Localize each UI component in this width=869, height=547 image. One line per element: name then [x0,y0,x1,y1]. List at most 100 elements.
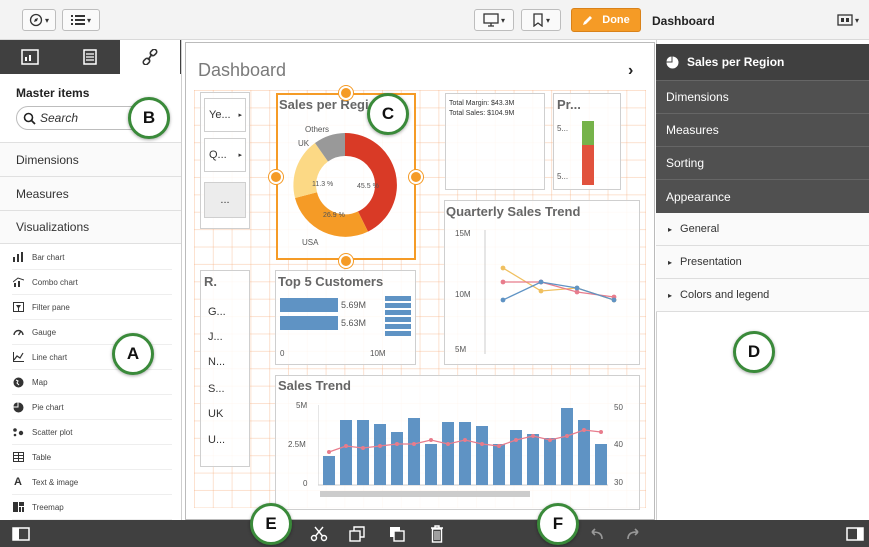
region-item[interactable]: G... [208,306,226,318]
viz-item-combo-chart[interactable]: Combo chart [12,270,172,295]
tab-charts[interactable] [60,40,120,74]
viz-item-table[interactable]: Table [12,445,172,470]
sheets-icon [837,14,853,26]
canvas-title: Dashboard [198,60,287,80]
prop-sub-label: Presentation [680,256,742,268]
table-icon [12,451,24,463]
sales-trend-right-tick: 50 [614,403,623,412]
pie-label-uk: UK [298,139,310,148]
filter-label: ... [220,194,230,206]
link-icon [142,49,158,65]
region-item[interactable]: J... [208,331,223,343]
region-item[interactable]: U... [208,434,225,446]
region-item[interactable]: UK [208,408,223,420]
delete-icon[interactable] [430,525,444,546]
prop-section-sorting[interactable]: Sorting [656,146,869,179]
pie-label-usa: USA [302,238,319,247]
viz-item-map[interactable]: Map [12,370,172,395]
sales-trend-left-tick: 0 [303,479,308,488]
top5-axis-tick: 10M [370,349,386,358]
region-item[interactable]: S... [208,383,225,395]
top5-minimap [385,296,411,338]
paste-icon[interactable] [388,525,406,546]
compass-icon [29,13,43,27]
pie-chart-icon [12,401,24,413]
kpi-sales: Total Sales: $104.9M [449,110,515,117]
toggle-right-panel-icon[interactable] [846,527,864,544]
pencil-icon [583,16,593,25]
top-toolbar: ▾ ▾ ▾ ▾ Done Dashboard ▾ [0,0,869,40]
quarterly-trend-lines [484,230,617,354]
prop-sub-colors-legend[interactable]: ▸ Colors and legend [656,279,869,312]
list-button[interactable]: ▾ [62,9,100,31]
viz-label: Line chart [32,352,68,362]
prop-section-measures[interactable]: Measures [656,113,869,146]
viz-item-filter-pane[interactable]: Filter pane [12,295,172,320]
charts-icon [83,49,97,65]
viz-label: Treemap [32,502,64,512]
section-dimensions[interactable]: Dimensions [0,142,181,176]
bar-chart-icon [12,251,24,263]
filter-label: Ye... [209,109,231,121]
gauge-title: Pr... [557,97,581,112]
scatter-plot-icon [12,426,24,438]
top5-bar [280,298,338,312]
prop-sub-general[interactable]: ▸ General [656,213,869,246]
search-icon [23,112,36,125]
pie-label-other-pct: 26.9 % [323,212,345,219]
viz-item-treemap[interactable]: Treemap [12,495,172,520]
chevron-right-icon[interactable]: › [628,62,633,80]
resize-handle-left[interactable] [269,170,283,184]
section-visualizations[interactable]: Visualizations [0,210,181,244]
fields-icon [21,49,39,65]
viz-item-pie-chart[interactable]: Pie chart [12,395,172,420]
filter-year[interactable]: Ye... ▸ [204,98,246,132]
viz-item-bar-chart[interactable]: Bar chart [12,245,172,270]
prop-sub-label: Colors and legend [680,289,770,301]
prop-section-label: Sorting [666,156,705,170]
list-icon [70,15,85,25]
treemap-icon [12,501,24,513]
prop-section-appearance[interactable]: Appearance [656,179,869,213]
done-label: Done [602,14,630,26]
top5-value: 5.63M [341,318,367,328]
prop-section-dimensions[interactable]: Dimensions [656,80,869,113]
callout-b: B [128,97,170,139]
kpi-object[interactable] [445,93,545,190]
done-button[interactable]: Done [571,8,641,32]
redo-icon[interactable] [626,527,642,544]
presentation-icon [483,13,499,27]
cut-icon[interactable] [310,526,328,545]
resize-handle-right[interactable] [409,170,423,184]
undo-icon[interactable] [588,527,604,544]
filter-pane-icon [12,301,24,313]
caret-right-icon: ▸ [668,290,673,300]
sheets-button[interactable]: ▾ [832,9,864,31]
tab-master-items[interactable] [120,40,180,74]
region-item[interactable]: N... [208,356,225,368]
present-button[interactable]: ▾ [474,9,514,31]
gauge-fill-green [582,121,594,145]
prop-sub-presentation[interactable]: ▸ Presentation [656,246,869,279]
quarterly-tick: 5M [455,345,467,354]
map-icon [12,376,24,388]
assets-tabs [0,40,181,74]
resize-handle-bottom[interactable] [339,254,353,268]
bookmark-button[interactable]: ▾ [521,9,561,31]
quarterly-tick: 15M [455,229,471,238]
toggle-left-panel-icon[interactable] [12,527,30,544]
viz-item-scatter-plot[interactable]: Scatter plot [12,420,172,445]
viz-label: Filter pane [32,302,70,312]
tab-fields[interactable] [0,40,60,74]
top5-value: 5.69M [341,300,367,310]
sales-trend-title: Sales Trend [278,378,351,393]
viz-label: Gauge [32,327,57,337]
line-chart-icon [12,351,24,363]
filter-quarter[interactable]: Q... ▸ [204,138,246,172]
filter-more[interactable]: ... [204,182,246,218]
resize-handle-top[interactable] [339,86,353,100]
viz-item-text-image[interactable]: A Text & image [12,470,172,495]
navigation-button[interactable]: ▾ [22,9,56,31]
section-measures[interactable]: Measures [0,176,181,210]
copy-icon[interactable] [348,525,366,546]
